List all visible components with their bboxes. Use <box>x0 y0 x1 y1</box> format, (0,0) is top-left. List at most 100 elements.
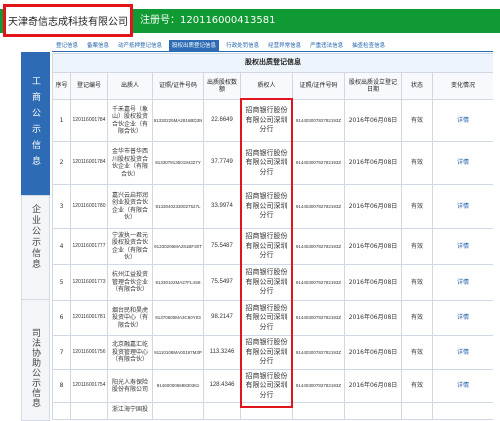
cell-pledgee-cert: 91440300782782193Z <box>292 228 345 265</box>
cell-pledgor: 金华市普华西川股权投资合伙企业（有限合伙） <box>107 141 153 185</box>
cell-amount <box>203 402 241 420</box>
tab-registration-info[interactable]: 登记信息 <box>54 41 80 51</box>
cell-pledgee: 招商银行股份有限公司深圳分行 <box>240 300 293 336</box>
table-row: 4 120116001777 宁波执一君元股权投资合伙企业（有限合伙） 9133… <box>52 228 493 265</box>
cell-status: 有效 <box>401 300 433 336</box>
detail-link[interactable]: 详情 <box>457 382 469 389</box>
table-row: 7 120116001756 北京融嘉汇屹投资管理中心（有限合伙） 911101… <box>52 335 493 370</box>
cell-pledgee: 招商银行股份有限公司深圳分行 <box>240 141 293 185</box>
cell-date: 2016年06月08日 <box>344 264 402 301</box>
cell-amount: 98.2147 <box>203 300 241 336</box>
cell-date: 2016年06月08日 <box>344 99 402 142</box>
table-header-row: 序号 登记编号 出质人 证照/证件号码 出质股权数额 质权人 证照/证件号码 股… <box>52 72 493 100</box>
cell-index: 1 <box>52 99 71 142</box>
table-caption-row: 股权出质登记信息 <box>52 53 493 73</box>
reg-number-block: 注册号：120116000413581 <box>140 9 275 33</box>
cell-pledgor-cert: 91330225MA2816BD3N <box>152 99 204 142</box>
detail-link[interactable]: 详情 <box>457 349 469 356</box>
cell-pledgor: 烟台民和昊虎投资中心（有限合伙） <box>107 300 153 336</box>
col-header-pledgor: 出质人 <box>107 72 153 100</box>
table-row: 1 120116001784 千禾嘉号（象山）股权投资合伙企业（有限合伙） 91… <box>52 99 493 142</box>
cell-pledgee-cert <box>292 402 345 420</box>
cell-status: 有效 <box>401 369 433 403</box>
cell-pledgor-cert: 91330402330027527L <box>152 184 204 229</box>
sidebar-item-label: 企业公示信息 <box>30 204 40 270</box>
col-header-pledgee-cert: 证照/证件号码 <box>292 72 345 100</box>
cell-pledgor-cert: 91330781350194327Y <box>152 141 204 185</box>
detail-link[interactable]: 详情 <box>457 203 469 210</box>
cell-detail: 详情 <box>431 335 493 370</box>
table-row: 6 120116001781 烟台民和昊虎投资中心（有限合伙） 91370600… <box>52 300 493 336</box>
tab-abnormal-operation-info[interactable]: 经营异常信息 <box>266 41 303 51</box>
cell-pledgor-cert: 91330102MA27FL4S8 <box>152 264 204 301</box>
cell-index <box>52 402 71 420</box>
col-header-change: 变化情况 <box>431 72 493 100</box>
cell-detail: 详情 <box>431 300 493 336</box>
cell-pledgee-cert: 91440300782782193Z <box>292 335 345 370</box>
cell-pledgor-cert: 91110108MA00197M3P <box>152 335 204 370</box>
cell-amount: 33.9974 <box>203 184 241 229</box>
cell-status: 有效 <box>401 228 433 265</box>
tab-bar: 登记信息 备案信息 动产抵押登记信息 股权出质登记信息 行政处罚信息 经营异常信… <box>54 40 387 51</box>
cell-pledgor: 浙江海宁国投 <box>107 402 153 420</box>
cell-index: 8 <box>52 369 71 403</box>
tab-chattel-mortgage-info[interactable]: 动产抵押登记信息 <box>116 41 164 51</box>
detail-link[interactable]: 详情 <box>457 314 469 321</box>
tab-equity-pledge-info[interactable]: 股权出质登记信息 <box>169 40 220 51</box>
cell-pledgor-cert <box>152 402 204 420</box>
cell-reg-no: 120116001773 <box>70 264 108 301</box>
col-header-amount: 出质股权数额 <box>203 72 241 100</box>
tab-administrative-penalty-info[interactable]: 行政处罚信息 <box>224 41 261 51</box>
cell-pledgor: 阳光人寿保险股份有限公司 <box>107 369 153 403</box>
cell-pledgor-cert: 91460000669830361 <box>152 369 204 403</box>
cell-amount: 128.4346 <box>203 369 241 403</box>
tab-divider <box>52 51 493 52</box>
col-header-reg-no: 登记编号 <box>70 72 108 100</box>
company-name: 天津奇信志成科技有限公司 <box>3 4 133 37</box>
cell-pledgee: 招商银行股份有限公司深圳分行 <box>240 369 293 403</box>
cell-pledgor: 宁波执一君元股权投资合伙企业（有限合伙） <box>107 228 153 265</box>
sidebar-item-judicial-disclosure[interactable]: 司法协助公示信息 <box>21 300 50 421</box>
cell-date: 2016年06月08日 <box>344 335 402 370</box>
detail-link[interactable]: 详情 <box>457 279 469 286</box>
cell-reg-no: 120116001784 <box>70 99 108 142</box>
cell-detail: 详情 <box>431 184 493 229</box>
table-row: 3 120116001780 嘉兴云启邦润创业投资合伙企业（有限合伙） 9133… <box>52 184 493 229</box>
cell-date: 2016年06月08日 <box>344 300 402 336</box>
tab-spot-check-info[interactable]: 抽查检查信息 <box>350 41 387 51</box>
cell-status: 有效 <box>401 99 433 142</box>
cell-date: 2016年06月08日 <box>344 369 402 403</box>
cell-detail: 详情 <box>431 228 493 265</box>
cell-pledgee-cert: 91440300782782193Z <box>292 184 345 229</box>
cell-detail <box>431 402 493 420</box>
detail-link[interactable]: 详情 <box>457 159 469 166</box>
sidebar-item-business-disclosure[interactable]: 工商公示信息 <box>21 52 50 195</box>
cell-amount: 22.6649 <box>203 99 241 142</box>
cell-date: 2016年06月08日 <box>344 228 402 265</box>
table-row: 浙江海宁国投 <box>52 402 493 420</box>
detail-link[interactable]: 详情 <box>457 243 469 250</box>
cell-date: 2016年06月08日 <box>344 184 402 229</box>
cell-pledgee <box>240 402 293 420</box>
table-row: 8 120116001754 阳光人寿保险股份有限公司 914600006698… <box>52 369 493 403</box>
cell-pledgor: 千禾嘉号（象山）股权投资合伙企业（有限合伙） <box>107 99 153 142</box>
detail-link[interactable]: 详情 <box>457 117 469 124</box>
cell-pledgor: 北京融嘉汇屹投资管理中心（有限合伙） <box>107 335 153 370</box>
cell-amount: 75.5497 <box>203 264 241 301</box>
cell-reg-no: 120116001784 <box>70 141 108 185</box>
cell-date: 2016年06月08日 <box>344 141 402 185</box>
tab-filing-info[interactable]: 备案信息 <box>85 41 111 51</box>
cell-index: 7 <box>52 335 71 370</box>
cell-index: 2 <box>52 141 71 185</box>
cell-pledgee-cert: 91440300782782193Z <box>292 264 345 301</box>
col-header-status: 状态 <box>401 72 433 100</box>
cell-detail: 详情 <box>431 264 493 301</box>
col-header-date: 股权出质设立登记日期 <box>344 72 402 100</box>
sidebar-item-enterprise-disclosure[interactable]: 企业公示信息 <box>21 195 50 300</box>
cell-reg-no: 120116001754 <box>70 369 108 403</box>
cell-pledgee-cert: 91440300782782193Z <box>292 141 345 185</box>
table-row: 5 120116001773 杭州江益投资管理合伙企业（有限合伙） 913301… <box>52 264 493 301</box>
cell-index: 4 <box>52 228 71 265</box>
reg-number-label: 注册号： <box>140 15 180 26</box>
tab-serious-violation-info[interactable]: 严重违法信息 <box>308 41 345 51</box>
